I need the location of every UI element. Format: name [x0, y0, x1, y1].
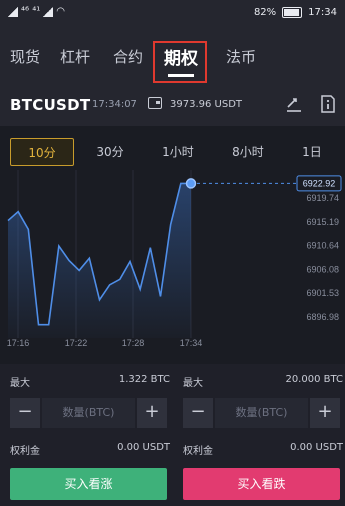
- tab-contract[interactable]: 合约: [113, 46, 143, 67]
- period-30min[interactable]: 30分: [82, 138, 138, 166]
- info-icon[interactable]: [318, 94, 338, 114]
- status-bar: ⁴⁶ ⁴¹ ◠ 82% 17:34: [0, 0, 345, 26]
- put-quantity-stepper: − 数量(BTC) +: [183, 398, 340, 428]
- battery-percent: 82%: [253, 7, 277, 18]
- call-quantity-stepper: − 数量(BTC) +: [10, 398, 167, 428]
- y-tick-label: 6901.53: [306, 288, 339, 298]
- call-order-form: 最大 1.322 BTC − 数量(BTC) + 权利金 0.00 USDT 买…: [10, 364, 170, 506]
- wifi-icon: ◠: [56, 6, 65, 17]
- price-area: [8, 183, 191, 338]
- period-1d[interactable]: 1日: [284, 138, 340, 166]
- y-tick-label: 6906.08: [306, 264, 339, 274]
- period-selector: 10分 30分 1小时 8小时 1日: [10, 138, 340, 168]
- put-decrease-button[interactable]: −: [183, 398, 213, 428]
- network-label: ⁴⁶ ⁴¹: [21, 6, 41, 17]
- market-tabs: 现货 杠杆 合约 期权 法币: [0, 26, 345, 88]
- header-time: 17:34:07: [92, 99, 137, 110]
- wallet-icon: [148, 97, 162, 109]
- instrument-header: BTCUSDT 17:34:07 3973.96 USDT: [0, 88, 345, 126]
- put-quantity-input[interactable]: 数量(BTC): [215, 398, 308, 428]
- y-tick-label: 6915.19: [306, 217, 339, 227]
- call-max-value: 1.322 BTC: [118, 374, 170, 385]
- call-increase-button[interactable]: +: [137, 398, 167, 428]
- buy-put-button[interactable]: 买入看跌: [183, 468, 340, 500]
- status-time: 17:34: [308, 7, 337, 18]
- swap-icon[interactable]: [284, 94, 304, 114]
- put-increase-button[interactable]: +: [310, 398, 340, 428]
- call-max-label: 最大: [10, 378, 30, 389]
- signal-icon: [43, 6, 54, 17]
- buy-call-button[interactable]: 买入看涨: [10, 468, 167, 500]
- put-order-form: 最大 20.000 BTC − 数量(BTC) + 权利金 0.00 USDT …: [183, 364, 343, 506]
- call-decrease-button[interactable]: −: [10, 398, 40, 428]
- x-tick-label: 17:28: [122, 338, 145, 348]
- x-tick-label: 17:34: [180, 338, 203, 348]
- tab-spot[interactable]: 现货: [10, 46, 40, 67]
- tab-options[interactable]: 期权: [164, 44, 198, 69]
- wallet-balance: 3973.96 USDT: [170, 99, 243, 110]
- y-tick-label: 6919.74: [306, 193, 339, 203]
- tab-active-indicator: [168, 74, 194, 77]
- put-premium-label: 权利金: [183, 446, 213, 457]
- put-premium-value: 0.00 USDT: [290, 442, 343, 453]
- trade-panel: 最大 1.322 BTC − 数量(BTC) + 权利金 0.00 USDT 买…: [0, 364, 345, 506]
- chart-panel: 10分 30分 1小时 8小时 1日 6919.74 6915.19 6910.64…: [0, 126, 345, 364]
- call-quantity-input[interactable]: 数量(BTC): [42, 398, 135, 428]
- period-1h[interactable]: 1小时: [146, 138, 210, 166]
- y-tick-label: 6896.98: [306, 312, 339, 322]
- signal-indicators: ⁴⁶ ⁴¹ ◠: [8, 6, 65, 17]
- current-price-dot: [185, 178, 197, 189]
- x-tick-label: 17:22: [65, 338, 88, 348]
- battery-icon: [282, 7, 303, 18]
- put-max-label: 最大: [183, 378, 203, 389]
- x-tick-label: 17:16: [7, 338, 30, 348]
- current-price-label: 6922.92: [303, 178, 336, 188]
- tab-fiat[interactable]: 法币: [226, 46, 256, 67]
- call-premium-label: 权利金: [10, 446, 40, 457]
- price-chart[interactable]: 6919.74 6915.19 6910.64 6906.08 6901.53 6896.…: [0, 170, 345, 360]
- tab-margin[interactable]: 杠杆: [60, 46, 90, 67]
- trading-pair[interactable]: BTCUSDT: [10, 96, 90, 114]
- signal-icon: [8, 6, 18, 17]
- put-max-value: 20.000 BTC: [285, 374, 343, 385]
- period-8h[interactable]: 8小时: [216, 138, 280, 166]
- call-premium-value: 0.00 USDT: [117, 442, 170, 453]
- y-tick-label: 6910.64: [306, 241, 339, 251]
- period-10min[interactable]: 10分: [10, 138, 74, 166]
